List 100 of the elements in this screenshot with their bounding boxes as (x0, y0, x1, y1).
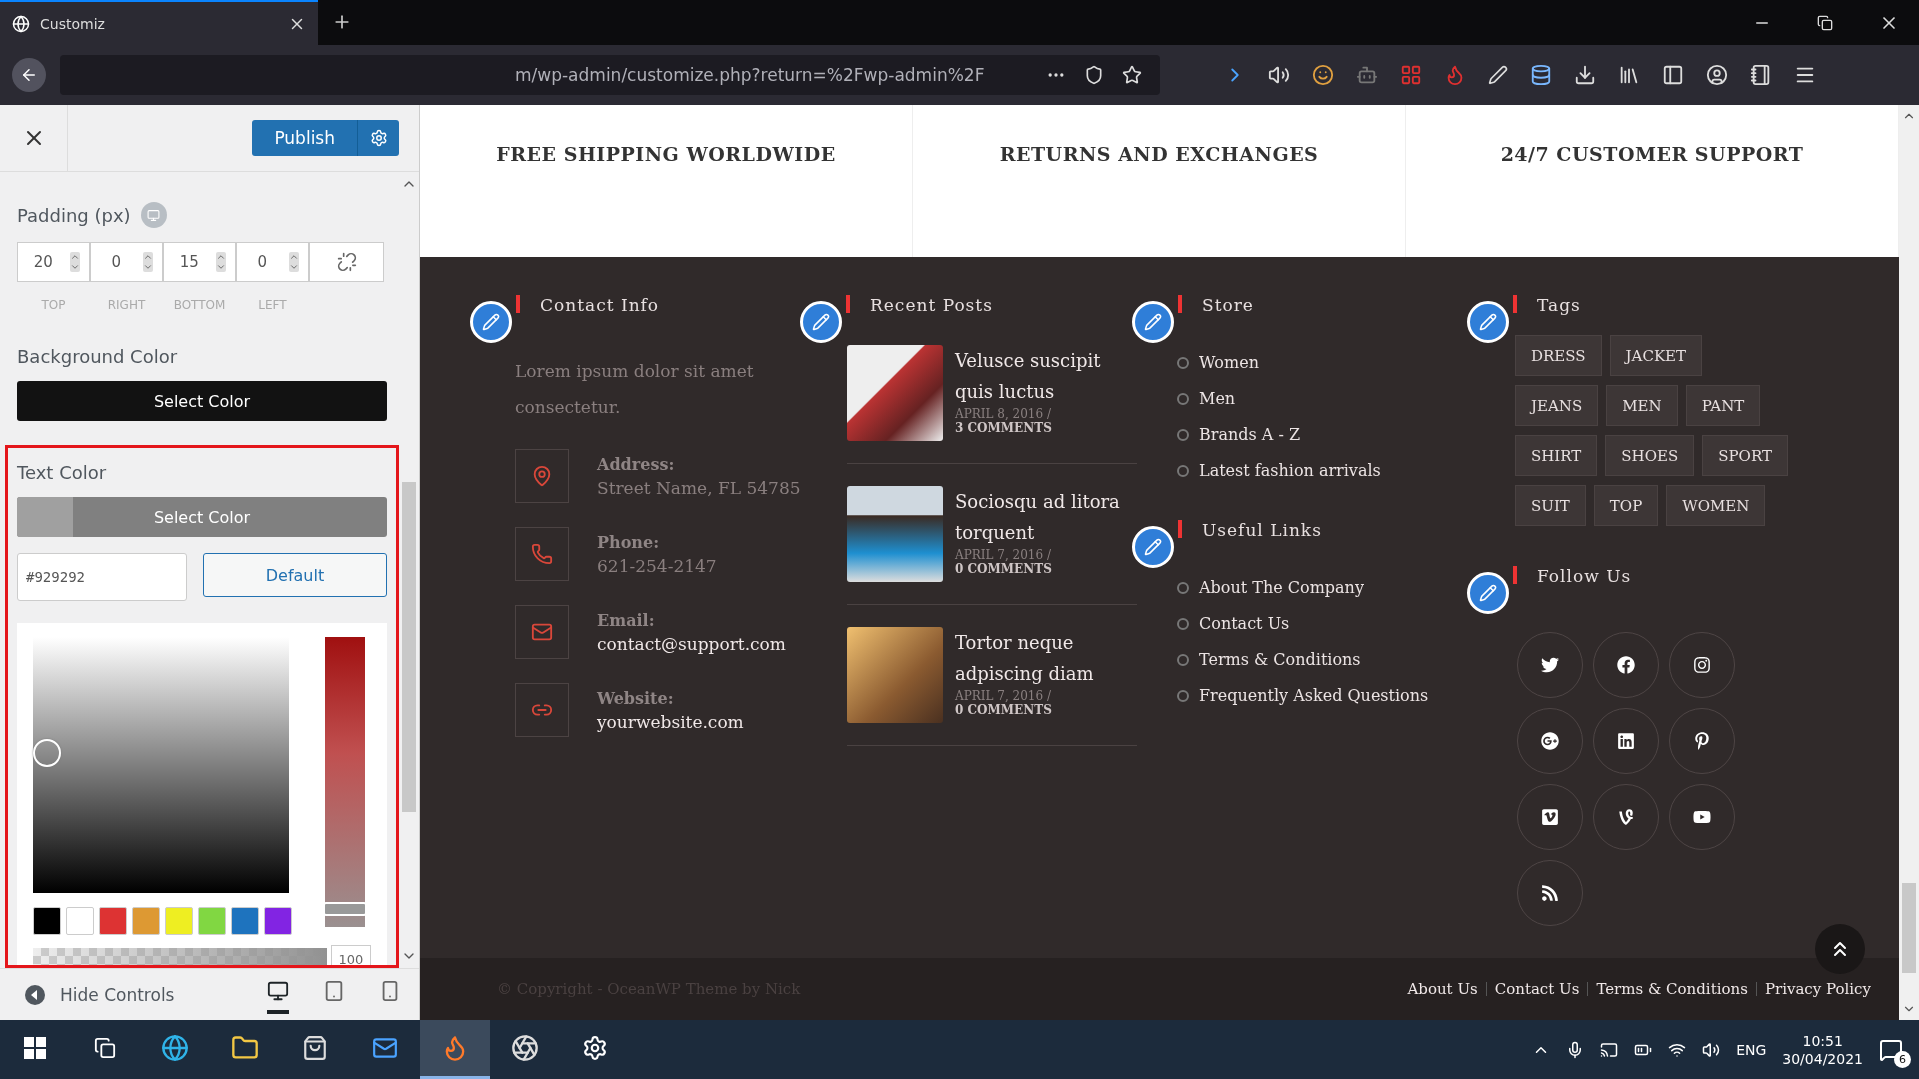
browser-tab[interactable]: Customiz (0, 0, 318, 45)
clock-time[interactable]: 10:51 (1802, 1032, 1843, 1049)
hex-input[interactable]: #929292 (17, 553, 187, 601)
tag-link[interactable]: TOP (1593, 485, 1659, 526)
footer-link[interactable]: Men (1199, 389, 1236, 408)
footer-link[interactable]: Frequently Asked Questions (1199, 686, 1429, 705)
edit-pencil-icon[interactable] (1132, 301, 1174, 343)
padding-field[interactable]: 0 (236, 242, 309, 282)
footer-link[interactable]: Latest fashion arrivals (1199, 461, 1381, 480)
tag-link[interactable]: SPORT (1702, 435, 1788, 476)
restore-icon[interactable] (1817, 14, 1833, 31)
library-icon[interactable] (1618, 64, 1640, 86)
color-swatch[interactable] (99, 907, 127, 935)
address-bar[interactable]: m/wp-admin/customize.php?return=%2Fwp-admin%2F (60, 55, 1160, 95)
spinner-icon[interactable] (69, 252, 80, 272)
edit-pencil-icon[interactable] (470, 301, 512, 343)
photo-placeholder[interactable] (847, 345, 943, 441)
edit-pencil-icon[interactable] (800, 301, 842, 343)
footer-link[interactable]: About Us (1399, 982, 1486, 996)
post-title[interactable]: Tortor neque adpiscing diam (955, 627, 1137, 689)
post-title[interactable]: Velusce suscipit quis luctus (955, 345, 1137, 407)
post-comments[interactable]: 0 COMMENTS (955, 562, 1137, 576)
color-swatch[interactable] (33, 907, 61, 935)
database-icon[interactable] (1530, 64, 1552, 86)
tag-link[interactable]: JACKET (1609, 335, 1703, 376)
shield-icon[interactable] (1084, 65, 1104, 85)
picker-handle[interactable] (33, 739, 61, 767)
footer-link[interactable]: Contact Us (1199, 614, 1290, 633)
account-icon[interactable] (1706, 64, 1728, 86)
opacity-slider[interactable] (33, 948, 327, 965)
footer-link[interactable]: Contact Us (1485, 982, 1588, 996)
robot-icon[interactable] (1356, 64, 1378, 86)
clock-date[interactable]: 30/04/2021 (1782, 1050, 1863, 1067)
scroll-top-button[interactable] (1815, 924, 1865, 974)
photo-placeholder[interactable] (847, 627, 943, 723)
tag-link[interactable]: DRESS (1515, 335, 1602, 376)
tag-link[interactable]: PANT (1685, 385, 1761, 426)
color-swatch[interactable] (198, 907, 226, 935)
settings-button[interactable] (357, 120, 399, 156)
default-button[interactable]: Default (203, 553, 387, 597)
hide-controls-button[interactable]: Hide Controls (18, 982, 181, 1007)
spinner-icon[interactable] (215, 252, 226, 272)
unlink-button[interactable] (309, 242, 384, 282)
notebook-icon[interactable] (1750, 64, 1772, 86)
color-swatch[interactable] (231, 907, 259, 935)
footer-link[interactable]: Women (1199, 353, 1259, 372)
padding-field[interactable]: 20 (17, 242, 90, 282)
number-input[interactable]: 0 (100, 252, 133, 272)
number-input[interactable]: 0 (246, 252, 279, 272)
footer-link[interactable]: Terms & Conditions (1199, 650, 1361, 669)
tag-link[interactable]: MEN (1606, 385, 1678, 426)
tag-link[interactable]: SHIRT (1515, 435, 1598, 476)
contact-value[interactable]: contact@support.com (597, 633, 786, 654)
padding-field[interactable]: 0 (90, 242, 163, 282)
speaker-icon[interactable] (1268, 64, 1290, 86)
hue-slider[interactable] (325, 637, 365, 927)
grid-icon[interactable] (1400, 64, 1422, 86)
cast-icon[interactable] (1600, 1040, 1619, 1059)
smile-icon[interactable] (1312, 64, 1334, 86)
number-input[interactable]: 15 (173, 252, 206, 272)
saturation-area[interactable] (33, 637, 289, 893)
edit-pencil-icon[interactable] (1132, 526, 1174, 568)
select-color-button[interactable]: Select Color (17, 381, 387, 421)
slider-handle[interactable] (323, 902, 367, 917)
color-swatch[interactable] (264, 907, 292, 935)
spinner-icon[interactable] (288, 252, 299, 272)
post-title[interactable]: Sociosqu ad litora torquent (955, 486, 1137, 548)
color-swatch[interactable] (165, 907, 193, 935)
publish-button[interactable]: Publish (252, 120, 357, 156)
language-indicator[interactable]: ENG (1736, 1041, 1767, 1058)
select-color-button[interactable]: Select Color (17, 497, 387, 537)
pen-icon[interactable] (1488, 65, 1508, 85)
tag-link[interactable]: SUIT (1515, 485, 1586, 526)
star-icon[interactable] (1122, 65, 1142, 85)
opacity-input[interactable]: 100 (331, 945, 371, 965)
tag-link[interactable]: SHOES (1605, 435, 1695, 476)
edit-pencil-icon[interactable] (1467, 572, 1509, 614)
speaker-icon[interactable] (1702, 1040, 1721, 1059)
sidebar-icon[interactable] (1662, 64, 1684, 86)
tag-link[interactable]: WOMEN (1666, 485, 1766, 526)
scrollbar-thumb[interactable] (402, 482, 416, 812)
edit-pencil-icon[interactable] (1467, 301, 1509, 343)
color-swatch[interactable] (132, 907, 160, 935)
post-comments[interactable]: 3 COMMENTS (955, 421, 1137, 435)
footer-link[interactable]: Terms & Conditions (1587, 982, 1756, 996)
post-comments[interactable]: 0 COMMENTS (955, 703, 1137, 717)
footer-link[interactable]: About The Company (1199, 578, 1364, 597)
number-input[interactable]: 20 (27, 252, 60, 272)
device-toggle-icon[interactable] (140, 202, 167, 228)
footer-link[interactable]: Privacy Policy (1755, 982, 1879, 996)
photo-placeholder[interactable] (847, 486, 943, 582)
download-icon[interactable] (1574, 64, 1596, 86)
back-button[interactable] (12, 58, 46, 92)
firefox-app-button[interactable] (420, 1020, 490, 1079)
spinner-icon[interactable] (142, 252, 153, 272)
footer-link[interactable]: Brands A - Z (1199, 425, 1301, 444)
tag-link[interactable]: JEANS (1515, 385, 1599, 426)
color-swatch[interactable] (66, 907, 94, 935)
padding-field[interactable]: 15 (163, 242, 236, 282)
scrollbar-thumb[interactable] (1902, 883, 1916, 973)
